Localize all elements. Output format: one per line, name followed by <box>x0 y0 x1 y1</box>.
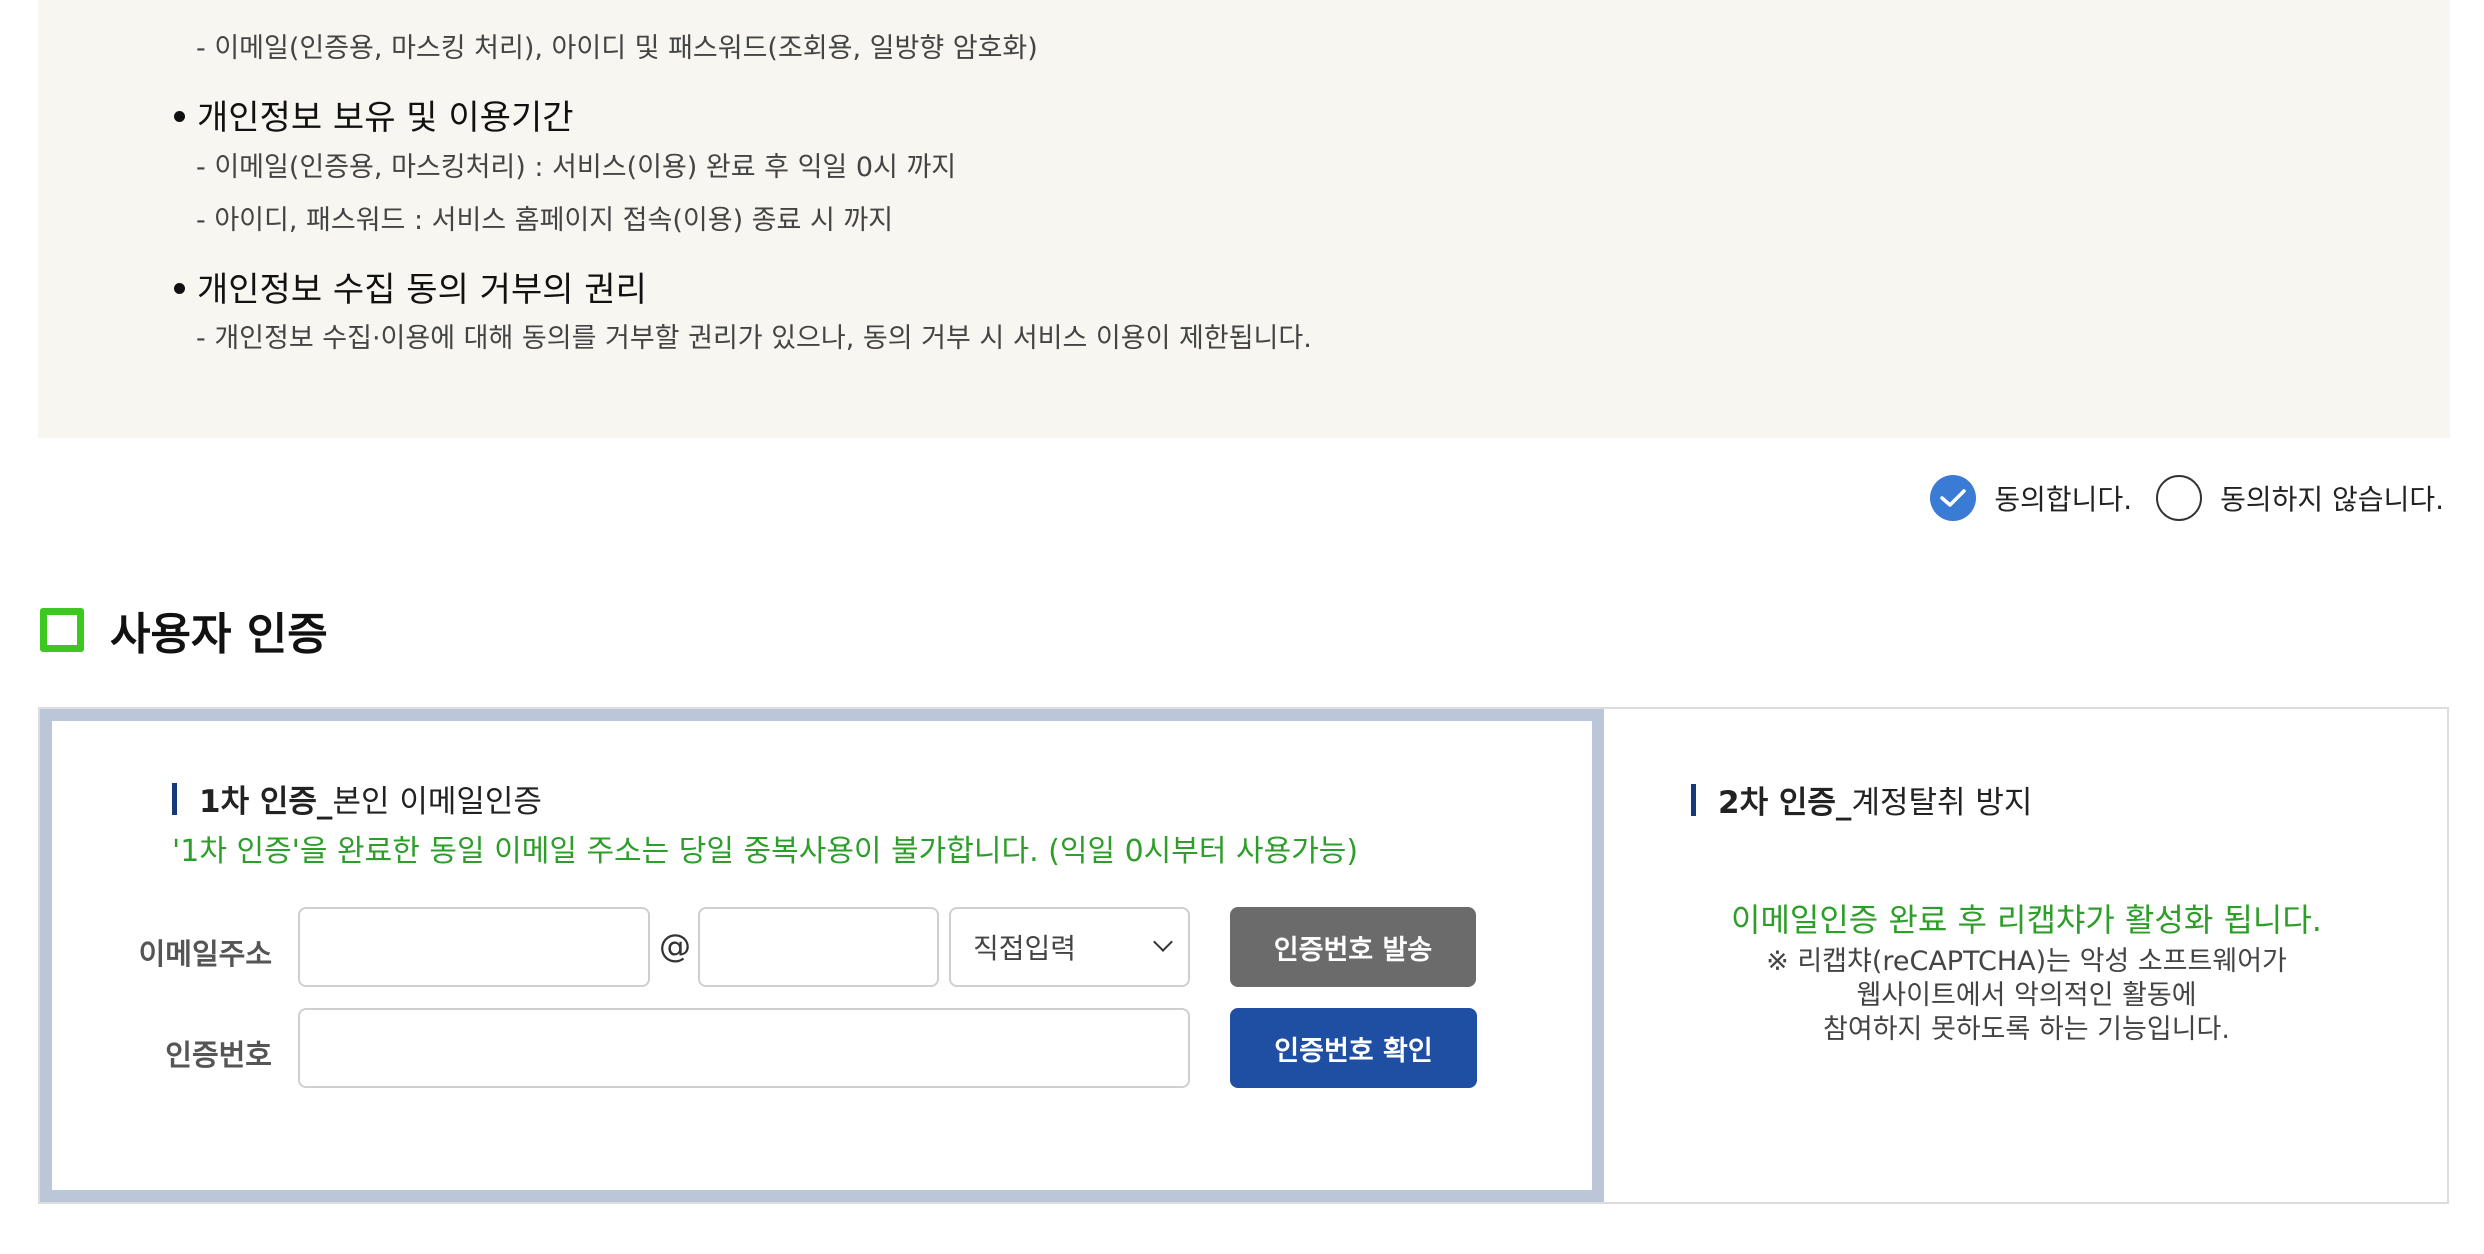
policy-item1-detail: - 이메일(인증용, 마스킹 처리), 아이디 및 패스워드(조회용, 일방향 … <box>196 33 1038 64</box>
policy-item2-detail1: - 이메일(인증용, 마스킹처리) : 서비스(이용) 완료 후 익일 0시 까… <box>196 152 957 183</box>
chevron-down-icon <box>1153 932 1173 952</box>
recaptcha-note: ※ 리캡챠(reCAPTCHA)는 악성 소프트웨어가 웹사이트에서 악의적인 … <box>1604 945 2449 1047</box>
consent-radio-group: 동의합니다. 동의하지 않습니다. <box>1906 472 2444 524</box>
recaptcha-note-line1: ※ 리캡챠(reCAPTCHA)는 악성 소프트웨어가 <box>1766 946 2287 977</box>
unchecked-radio-icon <box>2156 475 2203 521</box>
policy-item3-detail: - 개인정보 수집·이용에 대해 동의를 거부할 권리가 있으나, 동의 거부 … <box>196 323 1312 354</box>
confirm-code-button[interactable]: 인증번호 확인 <box>1230 1008 1477 1088</box>
first-auth-panel: 1차 인증_ 본인 이메일인증 '1차 인증'을 완료한 동일 이메일 주소는 당… <box>40 709 1604 1202</box>
auth-container: 1차 인증_ 본인 이메일인증 '1차 인증'을 완료한 동일 이메일 주소는 당… <box>38 707 2449 1204</box>
agree-label: 동의합니다. <box>1994 483 2133 516</box>
policy-item3-title-text: 개인정보 수집 동의 거부의 권리 <box>197 270 647 310</box>
section-title-text: 사용자 인증 <box>110 609 328 660</box>
first-auth-heading: 1차 인증_ 본인 이메일인증 <box>172 776 542 821</box>
bullet-icon <box>174 283 185 294</box>
second-auth-heading: 2차 인증_ 계정탈취 방지 <box>1691 777 2032 822</box>
send-code-button[interactable]: 인증번호 발송 <box>1230 907 1476 987</box>
bullet-icon <box>174 111 185 122</box>
at-symbol: @ <box>659 927 691 965</box>
privacy-policy-box: - 이메일(인증용, 마스킹 처리), 아이디 및 패스워드(조회용, 일방향 … <box>38 0 2450 438</box>
first-auth-heading-bold: 1차 인증_ <box>199 784 333 820</box>
code-input[interactable] <box>298 1008 1190 1088</box>
first-auth-notice: '1차 인증'을 완료한 동일 이메일 주소는 당일 중복사용이 불가합니다. … <box>172 834 1359 869</box>
disagree-radio[interactable]: 동의하지 않습니다. <box>2156 475 2444 521</box>
section-title: 사용자 인증 <box>40 604 328 660</box>
email-label: 이메일주소 <box>138 937 272 971</box>
recaptcha-activation-message: 이메일인증 완료 후 리캡챠가 활성화 됩니다. <box>1731 901 2322 939</box>
recaptcha-note-line3: 참여하지 못하도록 하는 기능입니다. <box>1823 1014 2230 1045</box>
second-auth-heading-rest: 계정탈취 방지 <box>1851 785 2033 821</box>
heading-bar <box>172 782 177 815</box>
green-square-icon <box>40 608 84 652</box>
second-auth-heading-bold: 2차 인증_ <box>1718 785 1852 821</box>
policy-item2-title: 개인정보 보유 및 이용기간 <box>174 90 574 139</box>
recaptcha-note-line2: 웹사이트에서 악의적인 활동에 <box>1856 980 2197 1011</box>
email-domain-select[interactable]: 직접입력 <box>949 907 1190 987</box>
email-domain-select-value: 직접입력 <box>973 932 1077 965</box>
first-auth-heading-rest: 본인 이메일인증 <box>332 784 542 820</box>
checked-radio-icon <box>1930 475 1977 521</box>
agree-radio[interactable]: 동의합니다. <box>1930 475 2132 521</box>
heading-bar <box>1691 783 1696 816</box>
policy-item2-detail2: - 아이디, 패스워드 : 서비스 홈페이지 접속(이용) 종료 시 까지 <box>196 205 894 236</box>
code-label: 인증번호 <box>165 1038 272 1072</box>
email-domain-input[interactable] <box>698 907 939 987</box>
email-id-input[interactable] <box>298 907 650 987</box>
policy-item3-title: 개인정보 수집 동의 거부의 권리 <box>174 262 647 311</box>
policy-item2-title-text: 개인정보 보유 및 이용기간 <box>197 98 574 138</box>
disagree-label: 동의하지 않습니다. <box>2220 483 2444 516</box>
